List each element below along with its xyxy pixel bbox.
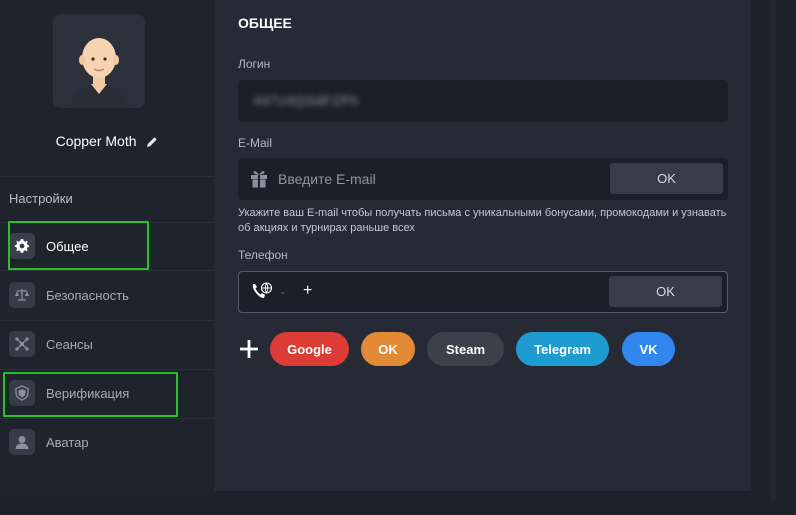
- settings-sidebar: Copper Moth Настройки Общее Безопасность: [0, 0, 214, 490]
- avatar-image: [53, 14, 145, 108]
- phone-ok-button[interactable]: OK: [609, 276, 722, 307]
- phone-label: Телефон: [238, 248, 288, 262]
- username: Copper Moth: [0, 133, 214, 151]
- email-label: E-Mail: [238, 136, 273, 150]
- gift-icon: [250, 169, 268, 194]
- username-text: Copper Moth: [55, 133, 137, 149]
- country-code-selector[interactable]: ⌄: [251, 282, 287, 300]
- login-label: Логин: [238, 57, 271, 71]
- settings-section-title: Настройки: [9, 191, 73, 206]
- sidebar-item-sessions[interactable]: Сеансы: [0, 320, 214, 368]
- sidebar-item-label: Аватар: [46, 434, 89, 450]
- avatar[interactable]: [53, 14, 145, 108]
- vk-button[interactable]: VK: [622, 332, 675, 366]
- chevron-down-icon: ⌄: [279, 285, 287, 296]
- sidebar-item-label: Сеансы: [46, 336, 93, 352]
- sidebar-item-security[interactable]: Безопасность: [0, 271, 214, 319]
- phone-prefix: +: [303, 282, 313, 299]
- ok-social-button[interactable]: OK: [361, 332, 415, 366]
- login-value: 447z4QSdFZPh: [254, 93, 360, 108]
- edit-pencil-icon[interactable]: [146, 135, 158, 151]
- google-button[interactable]: Google: [270, 332, 349, 366]
- sidebar-item-label: Верификация: [46, 385, 130, 401]
- sidebar-item-label: Общее: [46, 238, 89, 254]
- steam-button[interactable]: Steam: [427, 332, 504, 366]
- add-social-plus-icon[interactable]: [238, 338, 260, 360]
- network-icon: [9, 331, 35, 357]
- page-title: ОБЩЕЕ: [238, 15, 292, 31]
- scales-icon: [9, 282, 35, 308]
- email-hint: Укажите ваш E-mail чтобы получать письма…: [238, 207, 727, 234]
- email-ok-button[interactable]: OK: [610, 163, 723, 194]
- email-input[interactable]: [278, 158, 598, 200]
- scroll-track: [770, 0, 776, 500]
- sidebar-item-verification[interactable]: Верификация: [0, 369, 214, 417]
- email-field: OK: [238, 158, 728, 200]
- sidebar-item-avatar[interactable]: Аватар: [0, 418, 214, 466]
- divider: [0, 176, 214, 177]
- phone-globe-icon: [252, 282, 273, 298]
- sidebar-item-general[interactable]: Общее: [0, 222, 214, 270]
- telegram-button[interactable]: Telegram: [516, 332, 609, 366]
- shield-icon: [9, 380, 35, 406]
- login-field: 447z4QSdFZPh: [238, 80, 728, 122]
- phone-field: ⌄ + OK: [238, 271, 728, 313]
- general-settings-panel: ОБЩЕЕ Логин 447z4QSdFZPh E-Mail OK Укажи…: [214, 0, 751, 491]
- gear-icon: [9, 233, 35, 259]
- right-background-strip: [751, 0, 796, 515]
- phone-input[interactable]: [317, 272, 597, 312]
- sidebar-item-label: Безопасность: [46, 287, 129, 303]
- user-icon: [9, 429, 35, 455]
